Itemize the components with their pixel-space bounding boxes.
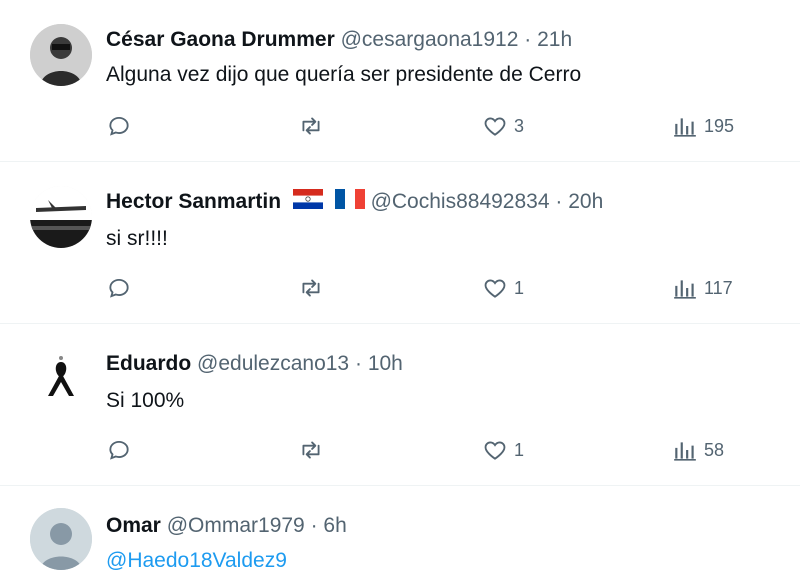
france-flag-icon [334, 189, 365, 216]
reply-header: César Gaona Drummer @cesargaona1912 · 21… [106, 27, 572, 53]
comment-icon [109, 278, 129, 298]
author-name[interactable]: César Gaona Drummer [106, 28, 335, 51]
person-photo-icon [30, 24, 92, 86]
like-count: 1 [514, 439, 525, 460]
reply-item[interactable]: Eduardo @edulezcano13 · 10h Si 100% 1 58 [0, 324, 800, 486]
analytics-icon [674, 442, 696, 461]
action-bar: 3 195 [106, 112, 746, 140]
reply-text: Alguna vez dijo que quería ser president… [106, 63, 582, 86]
reply-text: si sr!!!! [106, 227, 168, 250]
like-count: 1 [514, 277, 525, 298]
views-button[interactable]: 58 [672, 436, 724, 464]
reply-button[interactable] [106, 274, 132, 302]
reply-item[interactable]: Hector Sanmartin @Cochis88492834 · 20h s… [0, 162, 800, 324]
separator-dot: · [555, 190, 563, 214]
view-count: 195 [704, 115, 735, 136]
author-handle[interactable]: @cesargaona1912 [341, 28, 519, 51]
author-handle[interactable]: @edulezcano13 [197, 352, 349, 375]
reply-header: Omar @Ommar1979 · 6h [106, 513, 347, 539]
timestamp[interactable]: 6h [323, 514, 346, 537]
paraguay-flag-icon [292, 189, 323, 216]
reply-item[interactable]: César Gaona Drummer @cesargaona1912 · 21… [0, 0, 800, 162]
author-name[interactable]: Hector Sanmartin [106, 190, 281, 213]
avatar[interactable] [30, 348, 92, 410]
heart-icon [484, 279, 506, 298]
reply-header: Eduardo @edulezcano13 · 10h [106, 351, 403, 377]
action-bar: 1 117 [106, 274, 746, 302]
heart-icon [484, 117, 506, 136]
repost-button[interactable] [298, 436, 324, 464]
analytics-icon [674, 118, 696, 137]
separator-dot: · [354, 352, 362, 375]
reply-text: Si 100% [106, 389, 185, 412]
avatar[interactable] [30, 24, 92, 86]
repost-button[interactable] [298, 274, 324, 302]
mourning-ribbon-icon [30, 348, 92, 410]
views-button[interactable]: 195 [672, 112, 734, 140]
analytics-icon [674, 280, 696, 299]
author-handle[interactable]: @Cochis88492834 [371, 190, 550, 213]
reply-item[interactable]: Omar @Ommar1979 · 6h @Haedo18Valdez9 [0, 486, 800, 588]
author-name[interactable]: Eduardo [106, 352, 191, 375]
timestamp[interactable]: 21h [537, 28, 572, 51]
repost-icon [302, 117, 320, 135]
comment-icon [109, 440, 129, 460]
like-button[interactable]: 3 [482, 112, 524, 140]
timestamp[interactable]: 10h [368, 352, 403, 375]
plane-photo-icon [30, 186, 92, 248]
repost-button[interactable] [298, 112, 324, 140]
like-count: 3 [514, 115, 525, 136]
action-bar: 1 58 [106, 436, 746, 464]
view-count: 58 [704, 439, 725, 460]
like-button[interactable]: 1 [482, 436, 524, 464]
separator-dot: · [310, 514, 318, 537]
author-handle[interactable]: @Ommar1979 [167, 514, 305, 537]
mention-link[interactable]: @Haedo18Valdez9 [106, 548, 287, 574]
like-button[interactable]: 1 [482, 274, 524, 302]
comment-icon [109, 116, 129, 136]
avatar[interactable] [30, 186, 92, 248]
default-avatar-icon [30, 508, 92, 570]
reply-button[interactable] [106, 436, 132, 464]
separator-dot: · [524, 28, 532, 51]
timestamp[interactable]: 20h [568, 190, 603, 213]
heart-icon [484, 441, 506, 460]
repost-icon [302, 441, 320, 459]
reply-header: Hector Sanmartin @Cochis88492834 · 20h [106, 189, 603, 216]
view-count: 117 [704, 277, 733, 298]
repost-icon [302, 279, 320, 297]
views-button[interactable]: 117 [672, 274, 733, 302]
avatar[interactable] [30, 508, 92, 570]
author-name[interactable]: Omar [106, 514, 161, 537]
reply-button[interactable] [106, 112, 132, 140]
